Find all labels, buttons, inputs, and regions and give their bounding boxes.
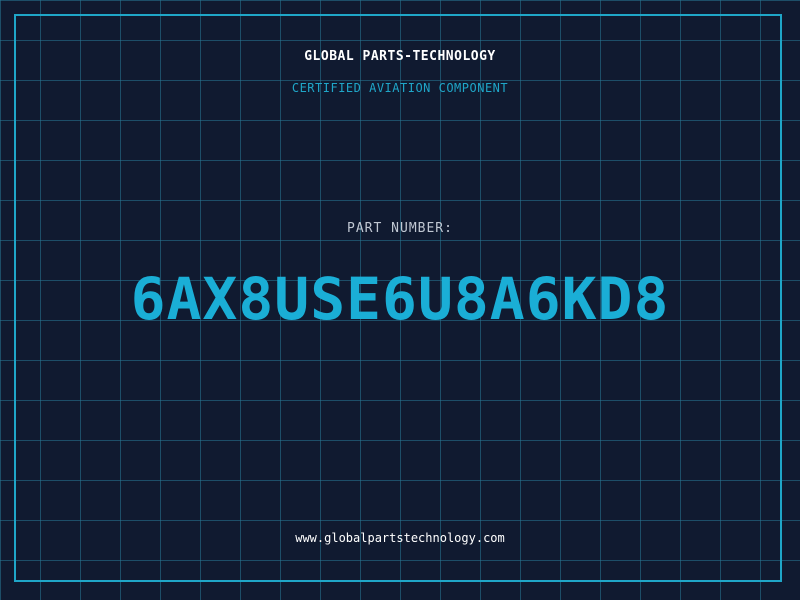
company-name: GLOBAL PARTS-TECHNOLOGY [304,49,496,64]
website-url: www.globalpartstechnology.com [295,531,505,545]
certification-tagline: CERTIFIED AVIATION COMPONENT [291,81,509,95]
part-number-label: PART NUMBER: [347,221,453,236]
part-number-value: 6AX8USE6U8A6KD8 [130,265,670,333]
